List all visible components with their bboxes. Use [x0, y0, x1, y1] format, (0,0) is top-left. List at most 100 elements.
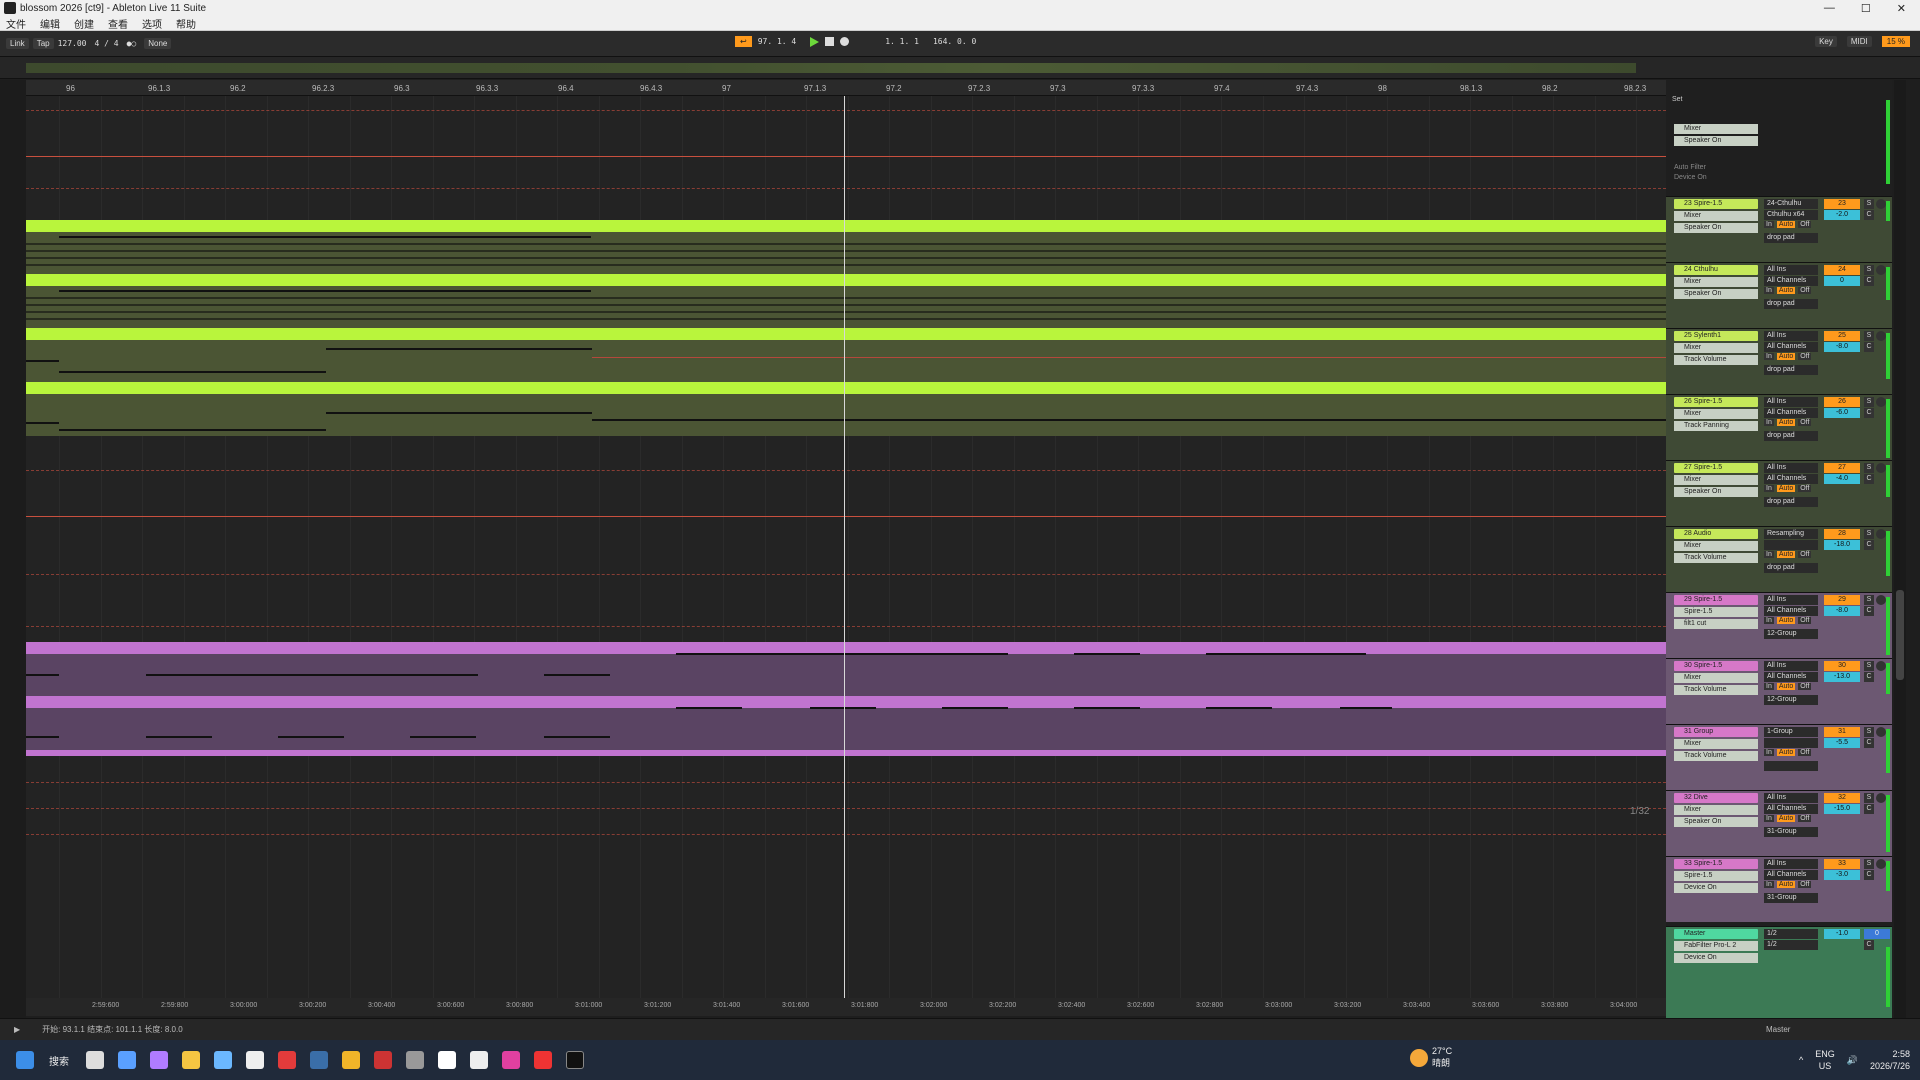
- track-head[interactable]: 24 Cthulhu Mixer Speaker On All Ins All Chan…: [1666, 262, 1892, 328]
- control-chooser[interactable]: filt1 cut: [1674, 619, 1758, 629]
- master-track-head[interactable]: Master FabFilter Pro-L 2 Device On 1/2 1/2 -1…: [1666, 926, 1892, 1018]
- midi-note[interactable]: [26, 264, 1666, 266]
- follow-button[interactable]: ↩: [735, 36, 752, 47]
- input-channel-chooser[interactable]: All Channels: [1764, 672, 1818, 682]
- track-volume[interactable]: -2.0: [1824, 210, 1860, 220]
- solo-button[interactable]: S: [1864, 331, 1874, 341]
- midi-note[interactable]: [26, 243, 1666, 245]
- close-button[interactable]: ✕: [1897, 2, 1906, 15]
- midi-note[interactable]: [26, 250, 1666, 252]
- clip-lane-34[interactable]: [26, 750, 1666, 756]
- app-icon[interactable]: [246, 1051, 264, 1069]
- input-type-chooser[interactable]: All Ins: [1764, 331, 1818, 341]
- track-head[interactable]: 33 Spire-1.5 Spire-1.5 Device On All Ins All…: [1666, 856, 1892, 922]
- arm-button[interactable]: [1876, 727, 1886, 737]
- track-name[interactable]: 29 Spire-1.5: [1674, 595, 1758, 605]
- monitor-auto-button[interactable]: Auto: [1776, 749, 1796, 756]
- midi-note[interactable]: [26, 311, 1666, 313]
- meter-field[interactable]: 4 / 4: [95, 39, 119, 48]
- clip-lane-32[interactable]: [26, 642, 1666, 696]
- arm-button[interactable]: [1876, 199, 1886, 209]
- automation-line[interactable]: [592, 357, 1666, 358]
- device-chooser[interactable]: Spire-1.5: [1674, 871, 1758, 881]
- track-activator[interactable]: 26: [1824, 397, 1860, 407]
- track-name[interactable]: 32 Dive: [1674, 793, 1758, 803]
- output-chooser[interactable]: 12-Group: [1764, 695, 1818, 705]
- output-chooser[interactable]: drop pad: [1764, 299, 1818, 309]
- metronome-icon[interactable]: ●○: [127, 39, 137, 48]
- input-type-chooser[interactable]: 1-Group: [1764, 727, 1818, 737]
- track-volume[interactable]: -8.0: [1824, 342, 1860, 352]
- arm-button[interactable]: [1876, 793, 1886, 803]
- master-output-1[interactable]: 1/2: [1764, 929, 1818, 939]
- automation-line[interactable]: [26, 626, 1666, 627]
- link-button[interactable]: Link: [6, 38, 29, 49]
- solo-button[interactable]: S: [1864, 265, 1874, 275]
- clip-header[interactable]: [26, 328, 1666, 340]
- output-chooser[interactable]: [1764, 761, 1818, 771]
- clip-lane-33[interactable]: [26, 696, 1666, 750]
- arm-button[interactable]: [1876, 463, 1886, 473]
- track-head[interactable]: 28 Audio Mixer Track Volume Resampling In Aut…: [1666, 526, 1892, 592]
- device-chooser[interactable]: Mixer: [1674, 211, 1758, 221]
- windows-start-icon[interactable]: [16, 1051, 34, 1069]
- lang-region[interactable]: US: [1815, 1060, 1835, 1072]
- midi-note[interactable]: [942, 707, 1008, 709]
- monitor-off-button[interactable]: Off: [1798, 353, 1812, 360]
- top-device-dropdown[interactable]: Mixer: [1674, 124, 1758, 134]
- automation-line[interactable]: [26, 516, 1666, 517]
- solo-button[interactable]: S: [1864, 793, 1874, 803]
- control-chooser[interactable]: Track Volume: [1674, 553, 1758, 563]
- speaker-icon[interactable]: 🔊: [1847, 1055, 1858, 1066]
- monitor-auto-button[interactable]: Auto: [1776, 815, 1796, 822]
- scrollbar-thumb[interactable]: [1896, 590, 1904, 680]
- pan-center[interactable]: C: [1864, 540, 1874, 550]
- pan-center[interactable]: C: [1864, 870, 1874, 880]
- record-button[interactable]: [840, 37, 850, 46]
- monitor-off-button[interactable]: Off: [1798, 221, 1812, 228]
- input-type-chooser[interactable]: All Ins: [1764, 463, 1818, 473]
- pan-center[interactable]: C: [1864, 276, 1874, 286]
- input-channel-chooser[interactable]: All Channels: [1764, 870, 1818, 880]
- midi-note[interactable]: [278, 736, 344, 738]
- monitor-off-button[interactable]: Off: [1798, 551, 1812, 558]
- midi-note[interactable]: [1340, 707, 1392, 709]
- monitor-off-button[interactable]: Off: [1798, 485, 1812, 492]
- arm-button[interactable]: [1876, 595, 1886, 605]
- control-chooser[interactable]: Speaker On: [1674, 289, 1758, 299]
- pan-center[interactable]: C: [1864, 606, 1874, 616]
- track-head[interactable]: 29 Spire-1.5 Spire-1.5 filt1 cut All Ins All…: [1666, 592, 1892, 658]
- master-cue[interactable]: 0: [1864, 929, 1890, 939]
- clock-time[interactable]: 2:58: [1870, 1048, 1910, 1060]
- track-volume[interactable]: -15.0: [1824, 804, 1860, 814]
- input-type-chooser[interactable]: All Ins: [1764, 661, 1818, 671]
- midi-note[interactable]: [26, 422, 59, 424]
- solo-button[interactable]: S: [1864, 199, 1874, 209]
- midi-note[interactable]: [59, 371, 326, 373]
- menu-create[interactable]: 创建: [74, 16, 94, 31]
- app-icon[interactable]: [374, 1051, 392, 1069]
- automation-line[interactable]: [26, 110, 1666, 111]
- control-chooser[interactable]: Speaker On: [1674, 487, 1758, 497]
- arrangement-overview[interactable]: [0, 57, 1920, 79]
- device-chooser[interactable]: Mixer: [1674, 673, 1758, 683]
- monitor-in-button[interactable]: In: [1764, 221, 1774, 228]
- weather-widget[interactable]: 27°C 晴朗: [1410, 1046, 1452, 1069]
- track-activator[interactable]: 25: [1824, 331, 1860, 341]
- output-chooser[interactable]: drop pad: [1764, 563, 1818, 573]
- automation-line[interactable]: [26, 782, 1666, 783]
- midi-note[interactable]: [410, 736, 476, 738]
- midi-note[interactable]: [26, 674, 59, 676]
- monitor-in-button[interactable]: In: [1764, 419, 1774, 426]
- device-chooser[interactable]: Mixer: [1674, 805, 1758, 815]
- arm-button[interactable]: [1876, 859, 1886, 869]
- loop-length-field[interactable]: 164. 0. 0: [933, 37, 976, 46]
- track-name[interactable]: 26 Spire-1.5: [1674, 397, 1758, 407]
- control-chooser[interactable]: Track Volume: [1674, 355, 1758, 365]
- monitor-auto-button[interactable]: Auto: [1776, 287, 1796, 294]
- track-name[interactable]: 25 Sylenth1: [1674, 331, 1758, 341]
- control-chooser[interactable]: Track Volume: [1674, 685, 1758, 695]
- output-chooser[interactable]: 31-Group: [1764, 827, 1818, 837]
- monitor-auto-button[interactable]: Auto: [1776, 881, 1796, 888]
- midi-note[interactable]: [26, 318, 1666, 320]
